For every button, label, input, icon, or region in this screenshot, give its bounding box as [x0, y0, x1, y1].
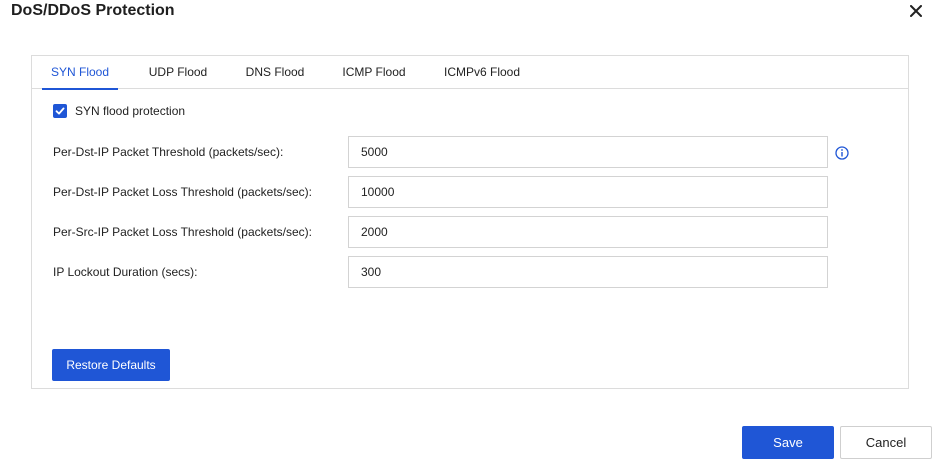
- cancel-button[interactable]: Cancel: [840, 426, 932, 459]
- syn-flood-protection-checkbox[interactable]: [53, 104, 67, 118]
- dialog-title: DoS/DDoS Protection: [11, 2, 175, 19]
- per-src-ip-packet-loss-threshold-label: Per-Src-IP Packet Loss Threshold (packet…: [53, 225, 312, 239]
- tab-udp-flood[interactable]: UDP Flood: [140, 56, 216, 89]
- tab-icmp-flood[interactable]: ICMP Flood: [334, 56, 414, 89]
- save-button[interactable]: Save: [742, 426, 834, 459]
- tab-dns-flood[interactable]: DNS Flood: [237, 56, 313, 89]
- per-dst-ip-packet-threshold-label: Per-Dst-IP Packet Threshold (packets/sec…: [53, 145, 284, 159]
- dos-ddos-dialog: DoS/DDoS Protection SYN Flood UDP Flood …: [0, 0, 935, 462]
- info-icon[interactable]: [834, 145, 850, 161]
- per-dst-ip-packet-loss-threshold-input[interactable]: [348, 176, 828, 208]
- syn-flood-protection-row[interactable]: SYN flood protection: [53, 104, 185, 118]
- checkmark-icon: [55, 107, 65, 115]
- per-dst-ip-packet-threshold-input[interactable]: [348, 136, 828, 168]
- per-dst-ip-packet-loss-threshold-label: Per-Dst-IP Packet Loss Threshold (packet…: [53, 185, 312, 199]
- tab-bar: SYN Flood UDP Flood DNS Flood ICMP Flood…: [32, 56, 908, 90]
- per-src-ip-packet-loss-threshold-input[interactable]: [348, 216, 828, 248]
- tab-icmpv6-flood[interactable]: ICMPv6 Flood: [436, 56, 528, 89]
- settings-panel: SYN Flood UDP Flood DNS Flood ICMP Flood…: [31, 55, 909, 389]
- ip-lockout-duration-input[interactable]: [348, 256, 828, 288]
- close-icon: [910, 5, 922, 17]
- close-button[interactable]: [905, 0, 927, 22]
- tab-syn-flood[interactable]: SYN Flood: [42, 56, 118, 90]
- syn-flood-protection-label: SYN flood protection: [75, 104, 186, 118]
- ip-lockout-duration-label: IP Lockout Duration (secs):: [53, 265, 198, 279]
- restore-defaults-button[interactable]: Restore Defaults: [52, 349, 170, 381]
